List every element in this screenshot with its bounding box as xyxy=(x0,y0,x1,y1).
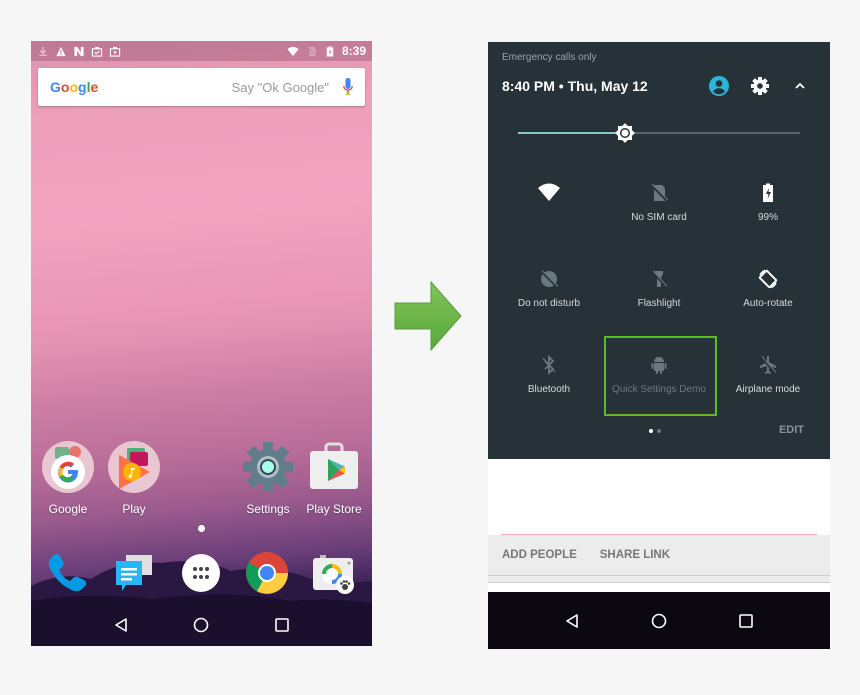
background-action-bar: ADD PEOPLE SHARE LINK xyxy=(488,535,830,575)
download-icon xyxy=(39,46,47,56)
photo-play-icon xyxy=(109,46,121,57)
tile-battery[interactable]: 99% xyxy=(711,182,825,223)
tile-do-not-disturb[interactable]: Do not disturb xyxy=(492,268,606,309)
divider xyxy=(488,575,830,583)
phone-icon[interactable] xyxy=(46,551,90,595)
quick-settings-screen: Emergency calls only 8:40 PM • Thu, May … xyxy=(488,42,830,649)
wifi-icon xyxy=(287,46,299,56)
auto-rotate-icon xyxy=(758,269,778,289)
camera-icon[interactable] xyxy=(311,551,355,595)
date-time[interactable]: 8:40 PM • Thu, May 12 xyxy=(502,78,648,94)
wifi-icon xyxy=(538,183,560,201)
google-logo: Google xyxy=(50,79,99,95)
battery-charging-icon xyxy=(763,183,773,202)
app-label: Settings xyxy=(246,502,290,516)
microphone-icon[interactable] xyxy=(343,78,353,96)
google-search-bar[interactable]: Google Say "Ok Google" xyxy=(38,68,365,106)
back-button-icon[interactable] xyxy=(564,613,580,629)
app-drawer-icon[interactable] xyxy=(179,551,223,595)
chrome-icon[interactable] xyxy=(245,551,289,595)
share-link-button[interactable]: SHARE LINK xyxy=(600,549,670,561)
battery-charging-icon xyxy=(326,45,334,57)
tile-wifi[interactable] xyxy=(492,182,606,212)
user-avatar-icon[interactable] xyxy=(709,76,729,96)
page-indicator xyxy=(649,429,661,433)
collapse-chevron-icon[interactable] xyxy=(790,76,810,96)
messages-icon[interactable] xyxy=(112,551,156,595)
tile-label: Do not disturb xyxy=(517,298,581,309)
quick-settings-panel: Emergency calls only 8:40 PM • Thu, May … xyxy=(488,42,830,459)
page-dot-active xyxy=(649,429,653,433)
tile-airplane-mode[interactable]: Airplane mode xyxy=(711,354,825,395)
background-app-content xyxy=(488,459,830,535)
tile-label: Airplane mode xyxy=(735,384,801,395)
flashlight-off-icon xyxy=(651,270,668,288)
page-dot xyxy=(657,429,661,433)
tile-label: Auto-rotate xyxy=(743,298,793,309)
home-screen: 8:39 Google Say "Ok Google" Google Play … xyxy=(31,41,372,646)
tile-label: 99% xyxy=(757,212,778,223)
airplane-off-icon xyxy=(760,356,777,374)
n-icon xyxy=(74,46,84,56)
tile-flashlight[interactable]: Flashlight xyxy=(602,268,716,309)
play-store-icon xyxy=(310,442,358,489)
add-people-button[interactable]: ADD PEOPLE xyxy=(502,549,577,561)
page-indicator xyxy=(198,525,205,532)
app-play[interactable]: Play xyxy=(99,441,169,516)
bluetooth-off-icon xyxy=(542,354,556,376)
app-settings[interactable]: Settings xyxy=(233,441,303,516)
tile-label: No SIM card xyxy=(631,212,687,223)
tile-label: Bluetooth xyxy=(527,384,571,395)
google-folder-icon xyxy=(42,441,94,493)
brightness-thumb-icon[interactable] xyxy=(614,122,636,144)
no-sim-icon xyxy=(650,183,669,202)
tile-auto-rotate[interactable]: Auto-rotate xyxy=(711,268,825,309)
app-google[interactable]: Google xyxy=(33,441,103,516)
back-button-icon[interactable] xyxy=(113,617,129,633)
home-button-icon[interactable] xyxy=(193,617,209,633)
transition-arrow-icon xyxy=(394,281,462,351)
highlight-box xyxy=(604,336,717,416)
recents-button-icon[interactable] xyxy=(274,617,290,633)
navigation-bar xyxy=(31,604,372,646)
settings-gear-icon xyxy=(243,442,293,492)
app-label: Play Store xyxy=(306,502,362,516)
settings-gear-icon[interactable] xyxy=(750,76,770,96)
photo-check-icon xyxy=(91,46,103,57)
no-sim-icon xyxy=(306,46,317,56)
tile-bluetooth[interactable]: Bluetooth xyxy=(492,354,606,395)
edit-button[interactable]: EDIT xyxy=(779,424,804,436)
app-label: Play xyxy=(122,502,146,516)
play-folder-icon xyxy=(108,441,160,493)
app-label: Google xyxy=(48,502,88,516)
warning-icon xyxy=(56,46,66,56)
dnd-off-icon xyxy=(540,270,559,288)
brightness-fill xyxy=(518,132,625,134)
home-button-icon[interactable] xyxy=(651,613,667,629)
status-time: 8:39 xyxy=(341,44,366,58)
app-play-store[interactable]: Play Store xyxy=(299,441,369,516)
search-hint: Say "Ok Google" xyxy=(231,79,329,95)
recents-button-icon[interactable] xyxy=(738,613,754,629)
brightness-slider[interactable] xyxy=(518,123,800,143)
emergency-calls-text: Emergency calls only xyxy=(502,52,597,63)
tile-no-sim[interactable]: No SIM card xyxy=(602,182,716,223)
navigation-bar xyxy=(488,592,830,649)
tile-label: Flashlight xyxy=(637,298,681,309)
status-bar: 8:39 xyxy=(31,41,372,61)
